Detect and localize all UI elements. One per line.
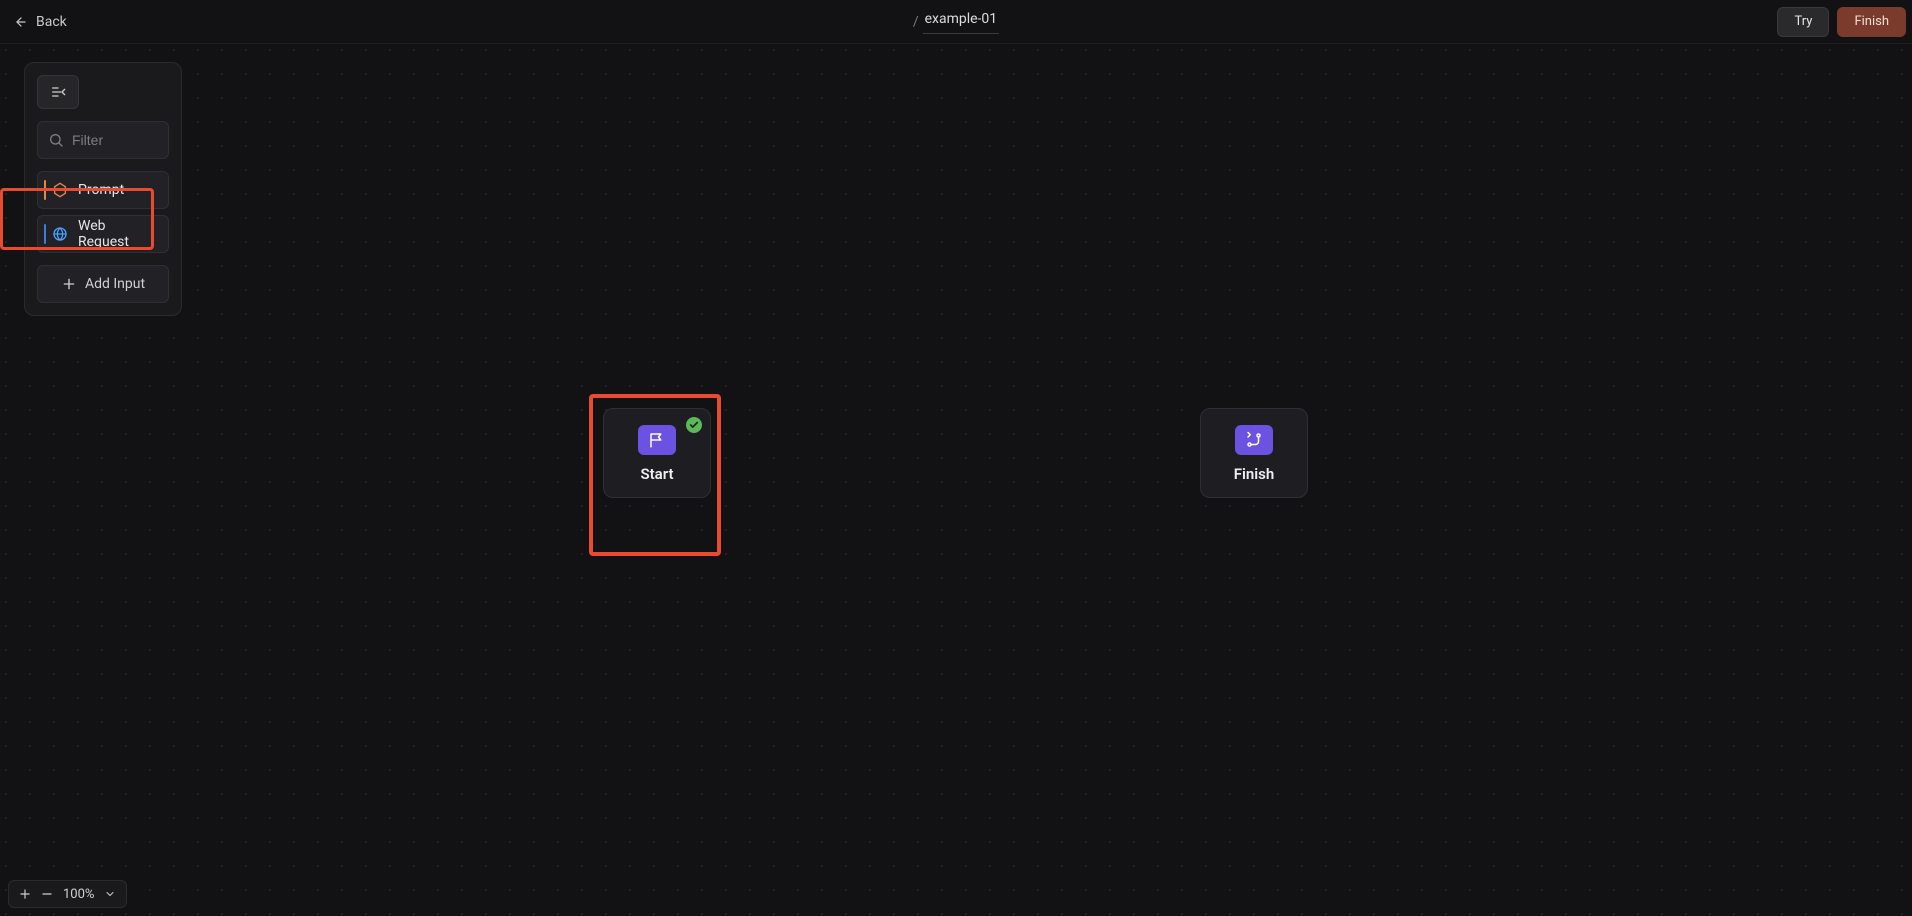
- plus-icon: [61, 276, 77, 292]
- finish-button[interactable]: Finish: [1837, 7, 1906, 37]
- add-input-button[interactable]: Add Input: [37, 265, 169, 303]
- collapse-panel-button[interactable]: [37, 75, 79, 109]
- canvas-node-start[interactable]: Start: [603, 408, 711, 498]
- node-palette-panel: Prompt Web Request Add Input: [24, 62, 182, 316]
- filter-input[interactable]: [72, 132, 158, 148]
- accent-bar: [44, 224, 46, 244]
- node-label: Finish: [1234, 465, 1275, 483]
- zoom-dropdown-button[interactable]: [100, 884, 120, 904]
- back-button[interactable]: Back: [14, 14, 67, 30]
- back-label: Back: [36, 14, 67, 30]
- collapse-icon: [50, 84, 66, 100]
- zoom-in-button[interactable]: [15, 884, 35, 904]
- title-input[interactable]: example-01: [923, 9, 1000, 34]
- canvas[interactable]: Prompt Web Request Add Input Sta: [0, 44, 1912, 916]
- hexagon-icon: [52, 182, 68, 198]
- node-item-web-request[interactable]: Web Request: [37, 215, 169, 253]
- node-label: Start: [640, 465, 673, 483]
- node-item-label: Web Request: [78, 218, 158, 250]
- title-container: / example-01: [913, 9, 999, 34]
- topbar-actions: Try Finish: [1777, 7, 1906, 37]
- arrow-left-icon: [14, 15, 28, 29]
- filter-input-container[interactable]: [37, 121, 169, 159]
- add-input-label: Add Input: [85, 276, 145, 292]
- canvas-node-finish[interactable]: Finish: [1200, 408, 1308, 498]
- node-item-label: Prompt: [78, 182, 124, 198]
- route-icon: [1235, 425, 1273, 455]
- zoom-out-button[interactable]: [37, 884, 57, 904]
- node-item-prompt[interactable]: Prompt: [37, 171, 169, 209]
- try-button[interactable]: Try: [1777, 7, 1829, 37]
- flag-icon: [638, 425, 676, 455]
- globe-icon: [52, 226, 68, 242]
- search-icon: [48, 132, 64, 148]
- title-prefix: /: [913, 14, 919, 30]
- zoom-value: 100%: [59, 887, 98, 902]
- top-bar: Back / example-01 Try Finish: [0, 0, 1912, 44]
- node-list: Prompt Web Request: [37, 171, 169, 253]
- check-icon: [686, 417, 702, 433]
- zoom-controls: 100%: [8, 880, 127, 908]
- accent-bar: [44, 180, 46, 200]
